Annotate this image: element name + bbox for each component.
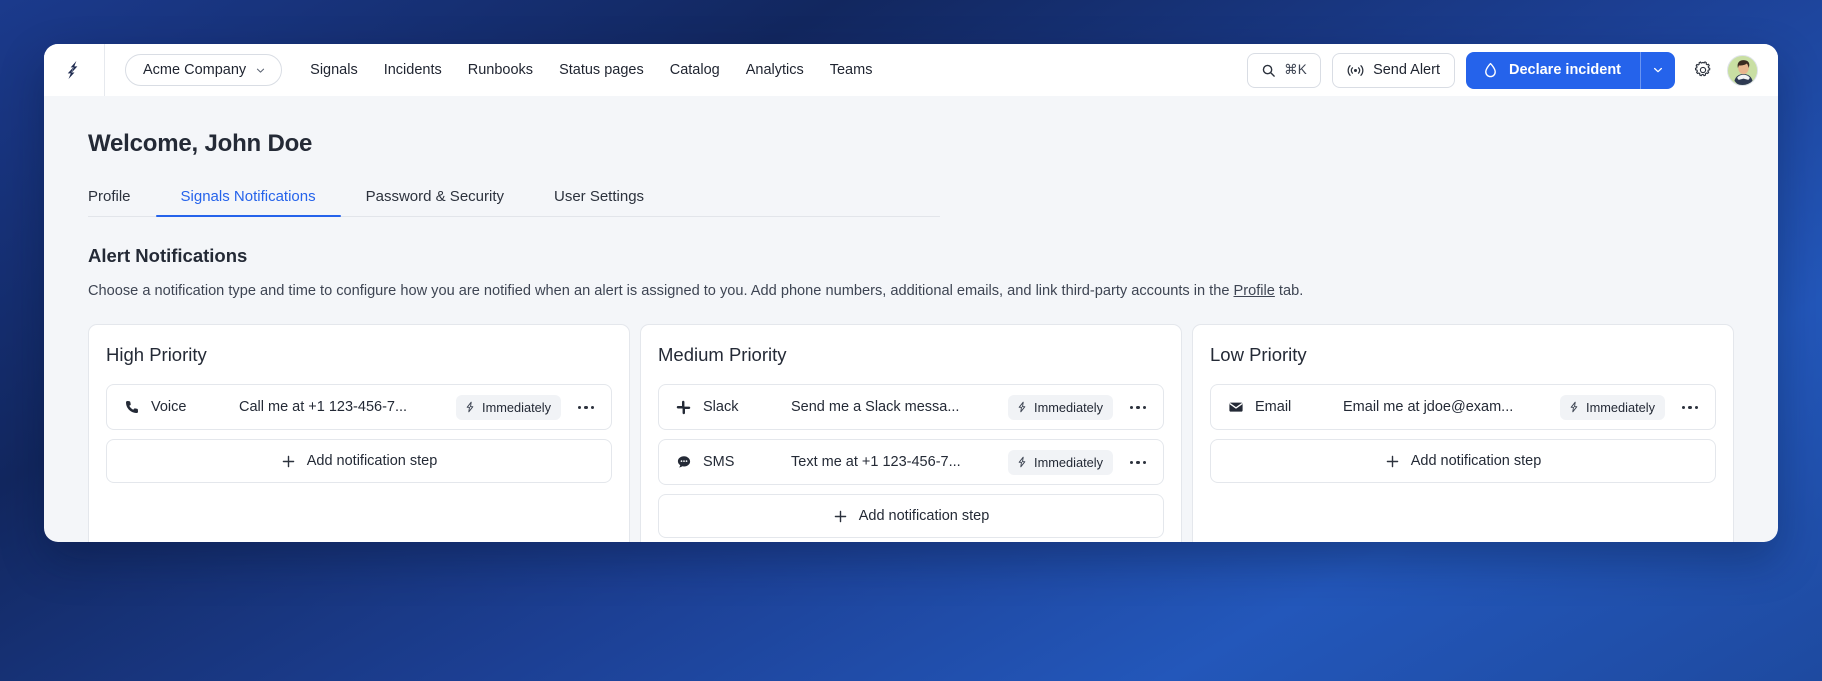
- settings-tabs: Profile Signals Notifications Password &…: [88, 188, 940, 217]
- page-content: Welcome, John Doe Profile Signals Notifi…: [44, 130, 1778, 542]
- nav-link-runbooks[interactable]: Runbooks: [468, 62, 533, 78]
- nav-link-teams[interactable]: Teams: [830, 62, 873, 78]
- search-icon: [1261, 63, 1276, 78]
- step-detail: Email me at jdoe@exam...: [1343, 399, 1514, 416]
- add-notification-step-label: Add notification step: [306, 453, 438, 470]
- topbar-divider: [104, 44, 105, 96]
- step-timing-label: Immediately: [482, 399, 551, 415]
- declare-incident-dropdown-toggle[interactable]: [1641, 52, 1675, 89]
- main-nav-links: Signals Incidents Runbooks Status pages …: [310, 62, 872, 78]
- priority-card-medium-title: Medium Priority: [658, 344, 787, 366]
- broadcast-icon: [1347, 63, 1364, 78]
- add-notification-step-label: Add notification step: [858, 508, 990, 525]
- step-channel-label: SMS: [703, 454, 735, 471]
- gear-icon: [1693, 60, 1713, 80]
- step-detail: Send me a Slack messa...: [791, 399, 960, 416]
- priority-cards: High Priority Voice Call me at +1 123-45…: [88, 324, 1734, 542]
- chevron-down-icon: [1652, 64, 1664, 76]
- nav-link-status-pages[interactable]: Status pages: [559, 62, 644, 78]
- priority-card-low: Low Priority Email Email me at jdoe@exam…: [1192, 324, 1734, 542]
- app-window: Acme Company Signals Incidents Runbooks …: [44, 44, 1778, 542]
- step-timing-pill[interactable]: Immediately: [1008, 449, 1113, 475]
- page-title: Welcome, John Doe: [88, 130, 313, 157]
- tab-profile-label: Profile: [88, 188, 131, 205]
- chevron-down-icon: [255, 65, 266, 76]
- add-notification-step-button[interactable]: Add notification step: [1210, 439, 1716, 484]
- droplet-icon: [1483, 62, 1498, 79]
- step-timing-pill[interactable]: Immediately: [1560, 394, 1665, 420]
- tab-signals-notifications-label: Signals Notifications: [180, 188, 316, 205]
- notification-step-row[interactable]: Email Email me at jdoe@exam... Immediate…: [1210, 384, 1716, 431]
- nav-link-signals[interactable]: Signals: [310, 62, 358, 78]
- nav-link-incidents[interactable]: Incidents: [384, 62, 442, 78]
- more-horizontal-icon[interactable]: [1673, 392, 1707, 422]
- step-timing-label: Immediately: [1034, 454, 1103, 470]
- step-channel: Voice: [123, 399, 239, 415]
- notification-step-row[interactable]: Voice Call me at +1 123-456-7... Immedia…: [106, 384, 612, 431]
- step-detail: Text me at +1 123-456-7...: [791, 454, 961, 471]
- plus-icon: [833, 509, 848, 524]
- declare-incident-group: Declare incident: [1465, 51, 1675, 89]
- priority-card-medium: Medium Priority Slack Send me a Slack me…: [640, 324, 1182, 542]
- signals-logo-icon[interactable]: [44, 44, 104, 96]
- add-notification-step-button[interactable]: Add notification step: [658, 494, 1164, 539]
- tab-signals-notifications[interactable]: Signals Notifications: [155, 188, 341, 217]
- step-channel: Email: [1227, 399, 1343, 415]
- search-button[interactable]: ⌘K: [1247, 52, 1322, 88]
- plus-icon: [281, 454, 296, 469]
- step-channel-label: Slack: [703, 399, 739, 416]
- slack-icon: [675, 400, 692, 415]
- priority-card-low-title: Low Priority: [1210, 344, 1307, 366]
- section-description-text-after: tab.: [1274, 283, 1304, 299]
- step-timing-pill[interactable]: Immediately: [456, 394, 561, 420]
- tab-user-settings-label: User Settings: [554, 188, 645, 205]
- lightning-bolt-icon: [1016, 401, 1028, 413]
- step-channel: SMS: [675, 454, 791, 470]
- section-title: Alert Notifications: [88, 245, 248, 266]
- step-channel-label: Email: [1255, 399, 1292, 416]
- send-alert-button[interactable]: Send Alert: [1332, 52, 1455, 88]
- tab-password-security[interactable]: Password & Security: [341, 188, 529, 216]
- tab-user-settings[interactable]: User Settings: [529, 188, 669, 216]
- nav-link-catalog[interactable]: Catalog: [670, 62, 720, 78]
- more-horizontal-icon[interactable]: [569, 392, 603, 422]
- step-timing-label: Immediately: [1586, 399, 1655, 415]
- phone-icon: [123, 399, 140, 415]
- step-timing-label: Immediately: [1034, 399, 1103, 415]
- notification-step-row[interactable]: SMS Text me at +1 123-456-7... Immediate…: [658, 439, 1164, 486]
- priority-card-high: High Priority Voice Call me at +1 123-45…: [88, 324, 630, 542]
- org-switcher[interactable]: Acme Company: [125, 54, 283, 86]
- section-description-text-before: Choose a notification type and time to c…: [88, 283, 1234, 299]
- step-channel: Slack: [675, 399, 791, 415]
- nav-link-analytics[interactable]: Analytics: [746, 62, 804, 78]
- top-navigation-bar: Acme Company Signals Incidents Runbooks …: [44, 44, 1778, 96]
- declare-incident-label: Declare incident: [1508, 62, 1621, 78]
- profile-link[interactable]: Profile: [1234, 283, 1275, 299]
- send-alert-label: Send Alert: [1373, 62, 1440, 78]
- chat-bubble-icon: [675, 454, 692, 470]
- priority-card-high-title: High Priority: [106, 344, 207, 366]
- tab-password-security-label: Password & Security: [365, 188, 504, 205]
- avatar[interactable]: [1727, 54, 1758, 86]
- section-description: Choose a notification type and time to c…: [88, 281, 1756, 301]
- lightning-bolt-icon: [1568, 401, 1580, 413]
- search-shortcut-label: ⌘K: [1284, 62, 1308, 77]
- add-notification-step-button[interactable]: Add notification step: [106, 439, 612, 484]
- step-detail: Call me at +1 123-456-7...: [239, 399, 408, 416]
- step-timing-pill[interactable]: Immediately: [1008, 394, 1113, 420]
- plus-icon: [1385, 454, 1400, 469]
- more-horizontal-icon[interactable]: [1121, 447, 1155, 477]
- more-horizontal-icon[interactable]: [1121, 392, 1155, 422]
- org-switcher-label: Acme Company: [143, 62, 247, 78]
- declare-incident-button[interactable]: Declare incident: [1466, 52, 1640, 89]
- lightning-bolt-icon: [1016, 456, 1028, 468]
- topbar-actions: ⌘K Send Alert Declare incident: [1247, 51, 1758, 89]
- notification-step-row[interactable]: Slack Send me a Slack messa... Immediate…: [658, 384, 1164, 431]
- envelope-icon: [1227, 399, 1244, 415]
- add-notification-step-label: Add notification step: [1410, 453, 1542, 470]
- settings-button[interactable]: [1690, 57, 1716, 83]
- step-channel-label: Voice: [151, 399, 187, 416]
- lightning-bolt-icon: [464, 401, 476, 413]
- tab-profile[interactable]: Profile: [88, 188, 156, 216]
